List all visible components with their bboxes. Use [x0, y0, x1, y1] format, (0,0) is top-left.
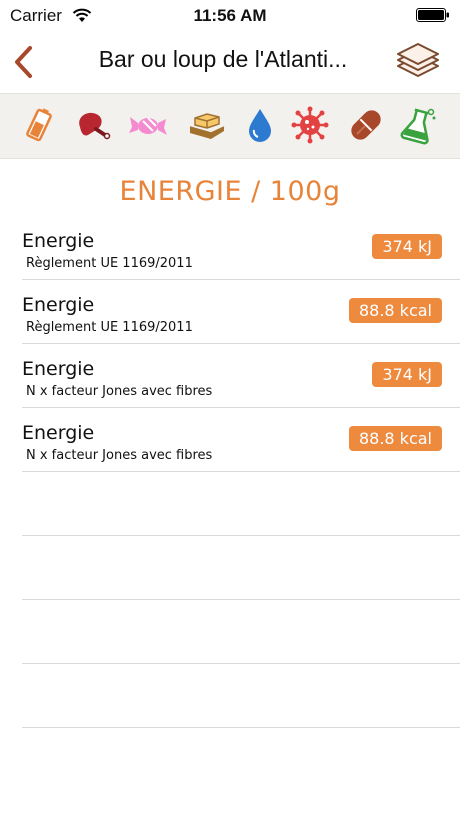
value-badge: 88.8 kcal	[348, 298, 442, 323]
item-subtitle: Règlement UE 1169/2011	[26, 320, 193, 335]
list-item[interactable]: Energie N x facteur Jones avec fibres 37…	[22, 344, 460, 408]
candy-sugar-icon[interactable]	[128, 105, 168, 145]
virus-icon[interactable]	[290, 105, 330, 145]
page-title: Bar ou loup de l'Atlanti...	[98, 46, 348, 72]
value-badge: 374 kJ	[372, 234, 442, 259]
list-item[interactable]: Energie Règlement UE 1169/2011 374 kJ	[22, 216, 460, 280]
value-badge: 88.8 kcal	[348, 426, 442, 451]
battery-energy-icon[interactable]	[19, 105, 59, 145]
empty-row	[22, 664, 460, 728]
butter-fat-icon[interactable]	[187, 105, 227, 145]
back-chevron-icon[interactable]	[8, 42, 38, 82]
item-title: Energie	[22, 422, 95, 444]
value-badge: 374 kJ	[372, 362, 442, 387]
meat-icon[interactable]	[72, 105, 112, 145]
layers-icon[interactable]	[394, 40, 442, 84]
status-bar: Carrier 11:56 AM	[0, 0, 460, 32]
battery-icon	[416, 8, 449, 22]
empty-row	[22, 600, 460, 664]
capsule-icon[interactable]	[346, 105, 386, 145]
item-title: Energie	[22, 358, 95, 380]
item-subtitle: Règlement UE 1169/2011	[26, 256, 193, 271]
item-subtitle: N x facteur Jones avec fibres	[26, 448, 213, 463]
item-title: Energie	[22, 230, 95, 252]
navigation-bar: Bar ou loup de l'Atlanti...	[0, 32, 460, 92]
category-bar	[0, 93, 460, 159]
list-item[interactable]: Energie Règlement UE 1169/2011 88.8 kcal	[22, 280, 460, 344]
empty-row	[22, 536, 460, 600]
empty-row	[22, 472, 460, 536]
water-drop-icon[interactable]	[240, 105, 280, 145]
section-heading: ENERGIE / 100g	[119, 176, 341, 207]
item-subtitle: N x facteur Jones avec fibres	[26, 384, 213, 399]
flask-icon[interactable]	[398, 105, 438, 145]
item-title: Energie	[22, 294, 95, 316]
list-item[interactable]: Energie N x facteur Jones avec fibres 88…	[22, 408, 460, 472]
energy-list: Energie Règlement UE 1169/2011 374 kJ En…	[22, 216, 460, 728]
clock: 11:56 AM	[193, 6, 267, 25]
